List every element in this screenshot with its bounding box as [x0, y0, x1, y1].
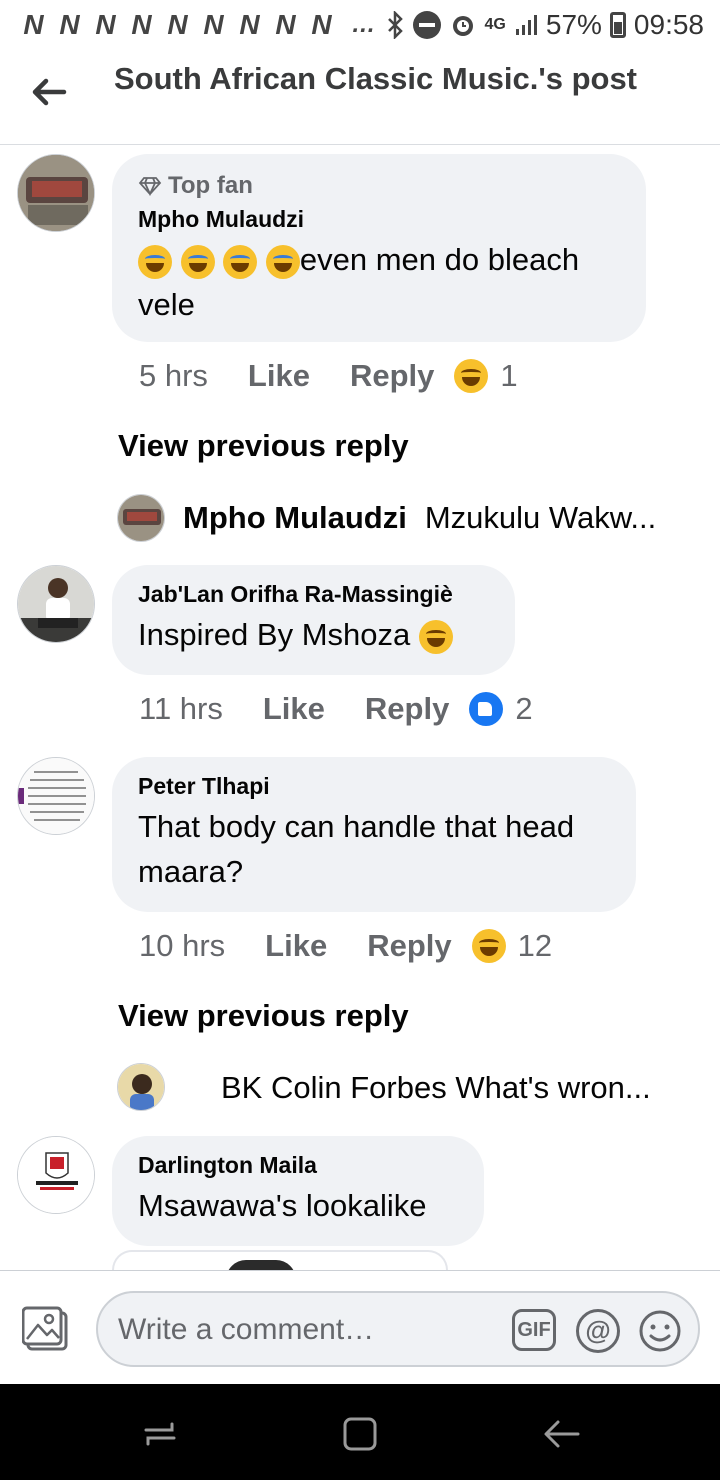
comment-input[interactable]: Write a comment… GIF @: [96, 1291, 700, 1367]
comment-actions: 10 hrs Like Reply 12: [139, 928, 552, 964]
reply-snippet: Mzukulu Wakw...: [424, 500, 657, 535]
battery-icon: [609, 12, 626, 38]
home-icon[interactable]: [340, 1414, 380, 1454]
comment-bubble[interactable]: Peter Tlhapi That body can handle that h…: [112, 757, 636, 912]
reply-button[interactable]: Reply: [350, 358, 434, 394]
avatar[interactable]: [17, 154, 95, 232]
comment-bubble[interactable]: Top fan Mpho Mulaudzi even men do bleach…: [112, 154, 646, 342]
reaction-count[interactable]: 2: [515, 691, 532, 727]
comment-actions: 5 hrs Like Reply 1: [139, 358, 518, 394]
comment-actions: 11 hrs Like Reply 2: [139, 691, 533, 727]
avatar[interactable]: [17, 1136, 95, 1214]
comment-time: 11 hrs: [139, 691, 223, 726]
reply-preview[interactable]: Mpho Mulaudzi Mzukulu Wakw...: [183, 500, 656, 536]
view-previous-reply-link[interactable]: View previous reply: [118, 998, 409, 1034]
reply-button[interactable]: Reply: [365, 691, 449, 727]
like-button[interactable]: Like: [248, 358, 310, 394]
reaction-count[interactable]: 1: [500, 358, 517, 394]
haha-reaction-icon[interactable]: [454, 359, 489, 393]
gif-icon[interactable]: GIF: [512, 1309, 556, 1351]
comment-text: Inspired By Mshoza: [138, 612, 489, 657]
rofl-emoji-icon: [265, 244, 300, 279]
photo-icon[interactable]: [22, 1305, 72, 1353]
notification-icon: N: [239, 9, 259, 40]
reply-author: Mpho Mulaudzi: [183, 500, 407, 535]
do-not-disturb-icon: [412, 11, 441, 39]
haha-reaction-icon[interactable]: [471, 929, 506, 963]
notification-icon: N: [311, 9, 331, 40]
reply-snippet: BK Colin Forbes What's wron...: [221, 1070, 651, 1105]
tears-of-joy-emoji-icon: [138, 244, 172, 279]
avatar[interactable]: [17, 565, 95, 643]
reply-preview[interactable]: BK Colin Forbes What's wron...: [221, 1070, 651, 1106]
comment-composer: Write a comment… GIF @: [0, 1270, 720, 1384]
notification-icon: N: [167, 9, 187, 40]
comment-bubble[interactable]: Jab'Lan Orifha Ra-Massingiè Inspired By …: [112, 565, 515, 675]
alarm-icon: [452, 16, 473, 36]
notification-icon: N: [23, 9, 43, 40]
notification-icons: N N N N N N N N N …: [16, 9, 380, 41]
comment-text: Msawawa's lookalike: [138, 1188, 427, 1223]
comment-author[interactable]: Peter Tlhapi: [138, 773, 610, 800]
notification-icon: N: [275, 9, 295, 40]
attachment-preview[interactable]: [112, 1250, 448, 1270]
like-button[interactable]: Like: [263, 691, 325, 727]
signal-icon: [515, 15, 537, 35]
avatar[interactable]: [117, 494, 165, 542]
yawning-emoji-icon: [418, 619, 453, 654]
notification-icon: N: [59, 9, 79, 40]
recent-apps-icon[interactable]: [140, 1414, 180, 1454]
back-arrow-icon[interactable]: [28, 72, 68, 112]
network-type: 4G: [484, 16, 506, 33]
emoji-icon[interactable]: [638, 1309, 682, 1353]
rofl-emoji-icon: [223, 244, 258, 279]
at-icon[interactable]: @: [576, 1309, 620, 1353]
comment-time: 5 hrs: [139, 358, 208, 393]
comment-placeholder: Write a comment…: [118, 1313, 375, 1346]
reply-button[interactable]: Reply: [367, 928, 451, 964]
status-bar: N N N N N N N N N … 4G 57% 09:58: [0, 0, 720, 50]
comment-text: even men do bleach vele: [138, 242, 580, 322]
top-fan-badge: Top fan: [138, 172, 620, 200]
avatar[interactable]: [17, 757, 95, 835]
clock: 09:58: [633, 9, 704, 40]
more-notifications-icon: …: [351, 11, 376, 38]
comment-author[interactable]: Darlington Maila: [138, 1152, 458, 1179]
page-title: South African Classic Music.'s post: [114, 61, 638, 96]
notification-icon: N: [131, 9, 151, 40]
avatar[interactable]: [117, 1063, 165, 1111]
diamond-icon: [138, 177, 162, 196]
reaction-count[interactable]: 12: [518, 928, 552, 964]
system-navigation-bar: [0, 1384, 720, 1480]
comment-author[interactable]: Mpho Mulaudzi: [138, 206, 620, 233]
comment-author[interactable]: Jab'Lan Orifha Ra-Massingiè: [138, 581, 489, 608]
like-button[interactable]: Like: [265, 928, 327, 964]
comment-text: That body can handle that head maara?: [138, 809, 575, 889]
comment-time: 10 hrs: [139, 928, 226, 963]
post-header: South African Classic Music.'s post: [0, 50, 720, 145]
like-reaction-icon[interactable]: [469, 692, 504, 726]
bluetooth-icon: [387, 11, 403, 39]
comment-bubble[interactable]: Darlington Maila Msawawa's lookalike: [112, 1136, 484, 1246]
battery-percent: 57%: [545, 9, 602, 40]
back-nav-icon[interactable]: [542, 1414, 582, 1454]
notification-icon: N: [95, 9, 115, 40]
view-previous-reply-link[interactable]: View previous reply: [118, 428, 409, 464]
tears-of-joy-emoji-icon: [180, 244, 215, 279]
notification-icon: N: [203, 9, 223, 40]
